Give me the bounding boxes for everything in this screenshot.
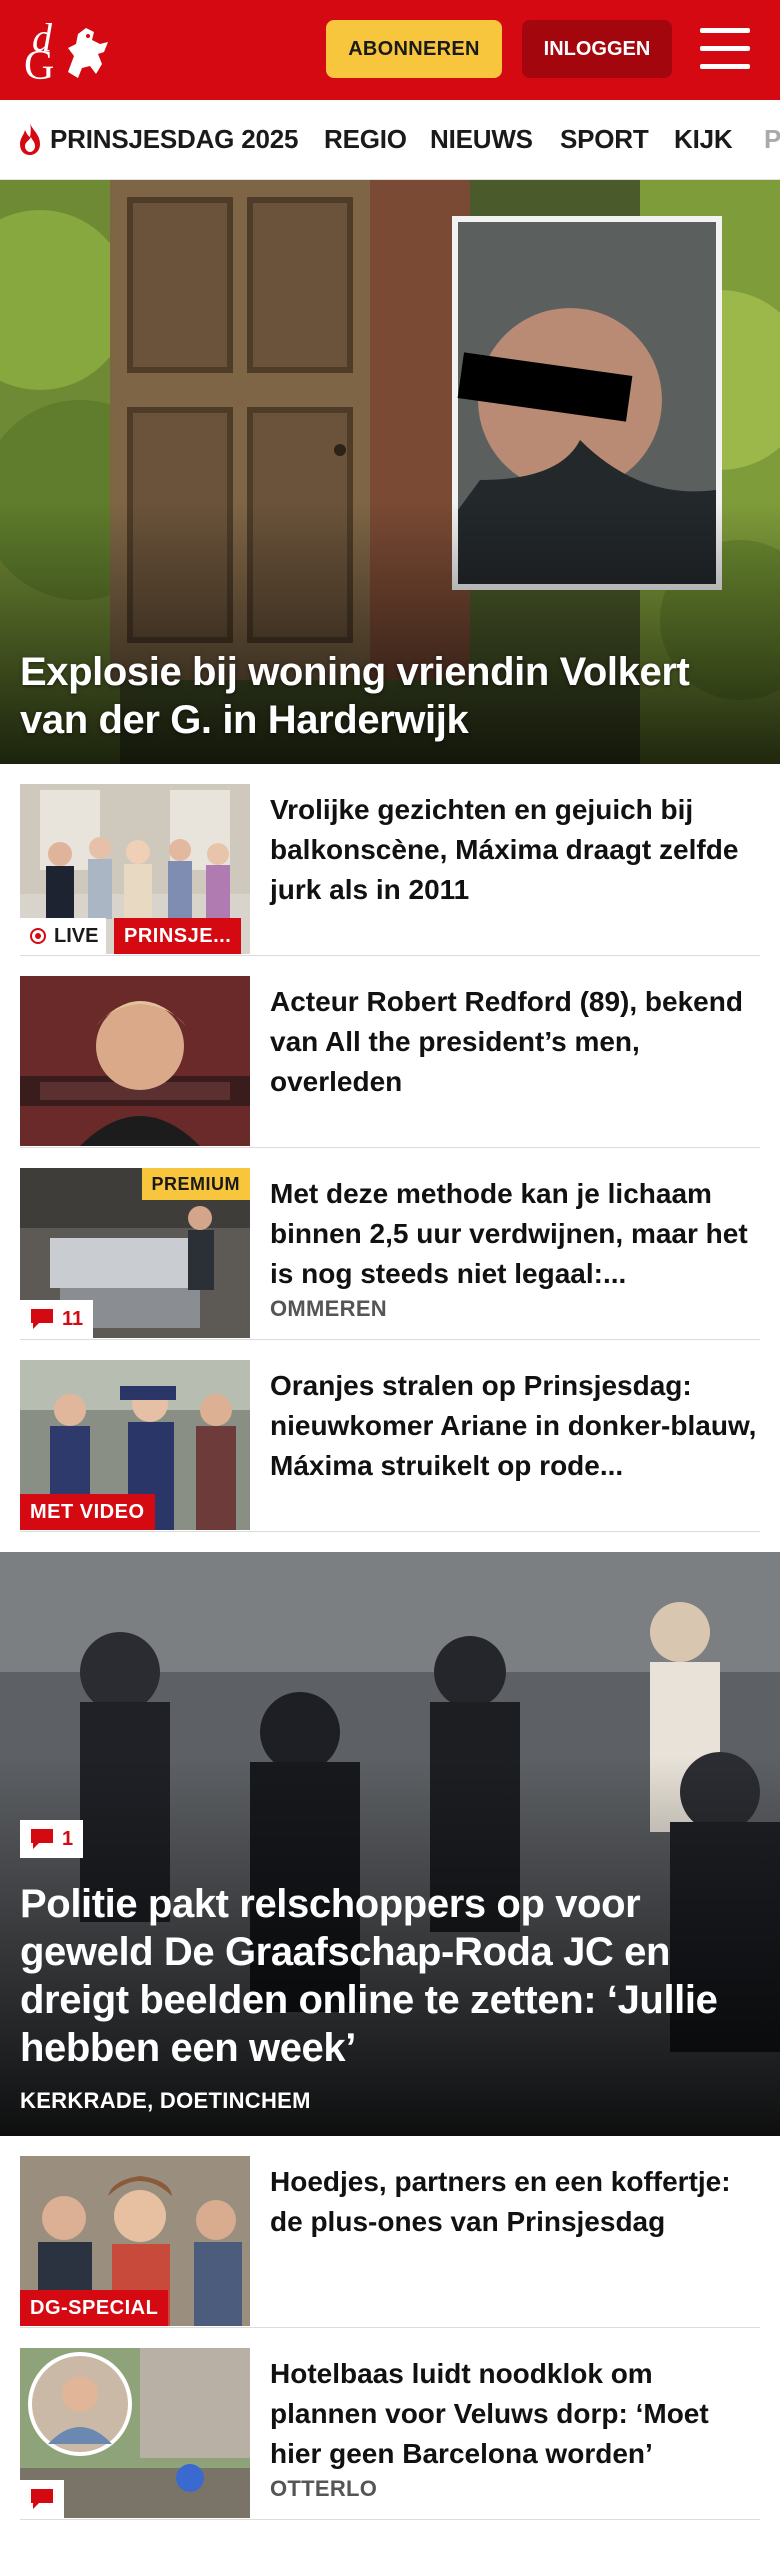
category-tag: PRINSJE... (114, 918, 242, 954)
logo-letter-g: G (24, 43, 55, 89)
article-item[interactable]: PREMIUM 11 Met deze methode kan je licha… (20, 1168, 760, 1340)
article-item[interactable]: DG-SPECIAL Hoedjes, partners en een koff… (20, 2156, 760, 2328)
special-tag: DG-SPECIAL (20, 2290, 169, 2326)
comment-icon (31, 1309, 53, 1329)
comment-count: 1 (62, 1827, 74, 1850)
article-thumbnail: MET VIDEO (20, 1360, 250, 1530)
login-button[interactable]: INLOGGEN (522, 20, 672, 78)
article-thumbnail: DG-SPECIAL (20, 2156, 250, 2326)
article-item[interactable]: Acteur Robert Redford (89), bekend van A… (20, 976, 760, 1148)
article-thumbnail (20, 2348, 250, 2518)
section-nav: PRINSJESDAG 2025 REGIO NIEUWS SPORT KIJK… (0, 100, 780, 180)
article-thumbnail: PREMIUM 11 (20, 1168, 250, 1338)
live-label: LIVE (54, 925, 99, 947)
video-tag: MET VIDEO (20, 1494, 155, 1530)
article-thumbnail (20, 976, 250, 1146)
comment-badge[interactable] (20, 2480, 64, 2518)
article-title[interactable]: Vrolijke gezichten en gejuich bij balkon… (270, 790, 760, 910)
hero-article[interactable]: Explosie bij woning vriendin Volkert van… (0, 180, 780, 764)
article-thumbnail: LIVE PRINSJE... (20, 784, 250, 954)
comment-icon (31, 1829, 53, 1849)
nav-item-more[interactable]: P (764, 124, 780, 155)
comment-count: 11 (62, 1307, 84, 1330)
comment-count-badge[interactable]: 1 (20, 1820, 84, 1858)
article-location: OTTERLO (270, 2476, 378, 2501)
top-bar: d G ABONNEREN INLOGGEN (0, 0, 780, 100)
article-title[interactable]: Hotelbaas luidt noodklok om plannen voor… (270, 2354, 760, 2474)
nav-item-prinsjesdag[interactable]: PRINSJESDAG 2025 (50, 124, 298, 155)
live-badge: LIVE (20, 918, 107, 954)
featured-location: KERKRADE, DOETINCHEM (20, 2088, 311, 2113)
nav-item-regio[interactable]: REGIO (324, 124, 407, 155)
flame-icon (20, 123, 40, 155)
comment-icon (31, 2489, 53, 2509)
portrait-photo (20, 976, 250, 1146)
hero-title[interactable]: Explosie bij woning vriendin Volkert van… (20, 648, 760, 744)
horse-emblem-icon (68, 28, 108, 78)
featured-title[interactable]: Politie pakt relschoppers op voor geweld… (20, 1880, 760, 2072)
menu-icon[interactable] (700, 28, 750, 70)
comment-count-badge[interactable]: 11 (20, 1300, 94, 1338)
nav-item-sport[interactable]: SPORT (560, 124, 649, 155)
subscribe-button[interactable]: ABONNEREN (326, 20, 502, 78)
live-dot-icon (30, 928, 46, 944)
article-title[interactable]: Oranjes stralen op Prinsjesdag: nieuwkom… (270, 1366, 760, 1486)
article-location: OMMEREN (270, 1296, 387, 1321)
article-title[interactable]: Met deze methode kan je lichaam binnen 2… (270, 1174, 760, 1294)
nav-item-kijk[interactable]: KIJK (674, 124, 733, 155)
article-title[interactable]: Acteur Robert Redford (89), bekend van A… (270, 982, 760, 1102)
article-item[interactable]: MET VIDEO Oranjes stralen op Prinsjesdag… (20, 1360, 760, 1532)
logo[interactable]: d G (24, 14, 114, 89)
premium-badge: PREMIUM (141, 1168, 250, 1200)
article-item[interactable]: Hotelbaas luidt noodklok om plannen voor… (20, 2348, 760, 2520)
nav-item-nieuws[interactable]: NIEUWS (430, 124, 533, 155)
article-item[interactable]: LIVE PRINSJE... Vrolijke gezichten en ge… (20, 784, 760, 956)
article-title[interactable]: Hoedjes, partners en een koffertje: de p… (270, 2162, 760, 2242)
